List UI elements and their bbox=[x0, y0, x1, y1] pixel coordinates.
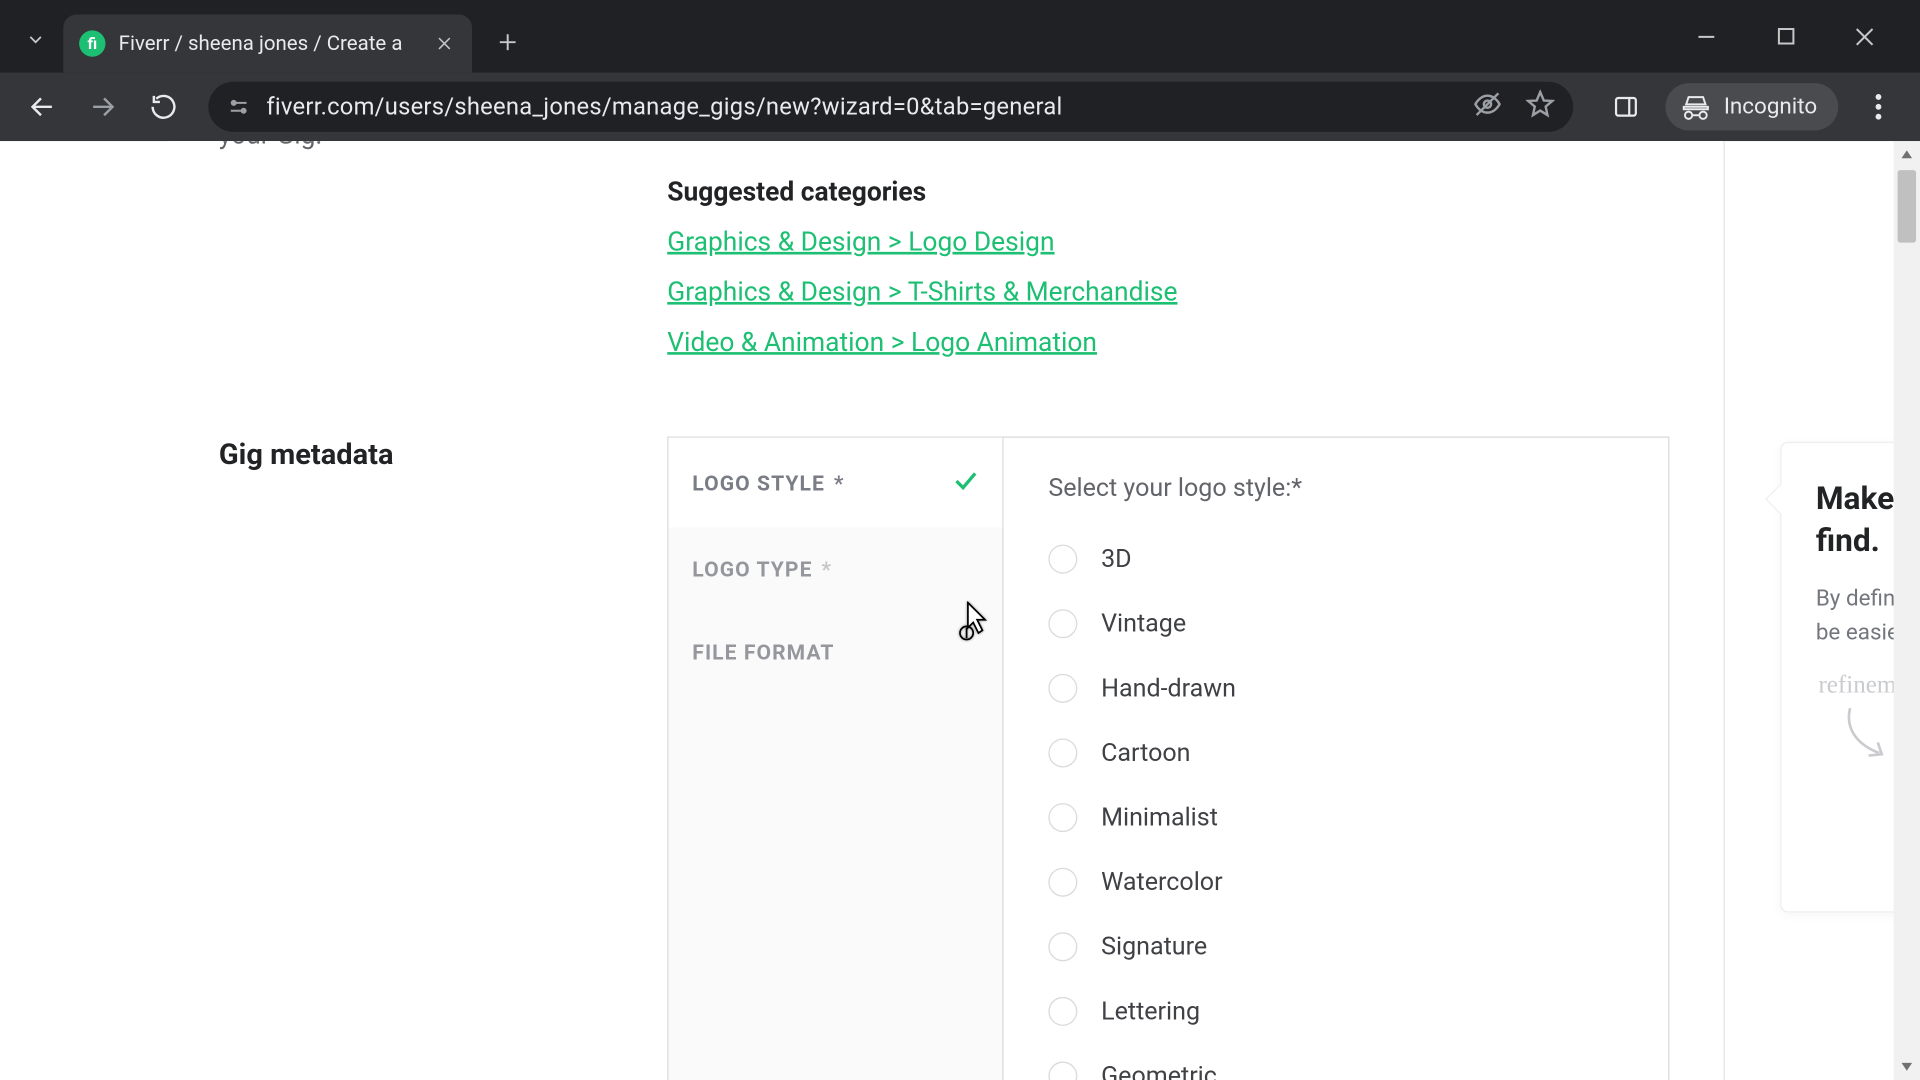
incognito-label: Incognito bbox=[1724, 94, 1817, 120]
back-button[interactable] bbox=[16, 80, 69, 133]
scroll-up-button[interactable] bbox=[1894, 141, 1920, 167]
radio-icon bbox=[1048, 802, 1077, 831]
metadata-prompt: Select your logo style:* bbox=[1048, 472, 1628, 502]
logo-style-option-lettering[interactable]: Lettering bbox=[1048, 978, 1628, 1043]
radio-icon bbox=[1048, 673, 1077, 702]
metadata-body: Select your logo style:* 3D Vintage Hand-d… bbox=[1004, 438, 1669, 1080]
option-label: Watercolor bbox=[1101, 866, 1222, 896]
metadata-tabs: LOGO STYLE * LOGO TYPE * FILE FORMAT bbox=[669, 438, 1004, 1080]
option-label: Hand-drawn bbox=[1101, 673, 1236, 703]
check-icon bbox=[952, 467, 978, 499]
option-label: Vintage bbox=[1101, 608, 1186, 638]
page-viewport: your Gig. Suggested categories Graphics … bbox=[0, 141, 1920, 1080]
page-content: your Gig. Suggested categories Graphics … bbox=[0, 141, 1894, 1080]
radio-icon bbox=[1048, 738, 1077, 767]
search-tabs-button[interactable] bbox=[13, 17, 58, 62]
spacer bbox=[219, 167, 667, 375]
new-tab-button[interactable] bbox=[485, 20, 530, 65]
suggested-categories-heading: Suggested categories bbox=[667, 175, 1723, 207]
logo-style-option-signature[interactable]: Signature bbox=[1048, 914, 1628, 979]
scrollbar-thumb[interactable] bbox=[1898, 170, 1916, 243]
minimize-button[interactable] bbox=[1685, 15, 1727, 57]
metadata-tab-label: LOGO STYLE * bbox=[692, 470, 844, 495]
close-tab-button[interactable] bbox=[433, 32, 457, 56]
arrow-icon bbox=[1840, 706, 1893, 769]
incognito-badge[interactable]: Incognito bbox=[1666, 83, 1838, 130]
browser-window: fi Fiverr / sheena jones / Create a five… bbox=[0, 0, 1920, 1080]
site-info-button[interactable] bbox=[227, 95, 251, 119]
address-bar[interactable]: fiverr.com/users/sheena_jones/manage_gig… bbox=[208, 82, 1573, 132]
option-label: 3D bbox=[1101, 543, 1132, 573]
radio-icon bbox=[1048, 544, 1077, 573]
eye-off-icon[interactable] bbox=[1473, 89, 1502, 125]
browser-tab[interactable]: fi Fiverr / sheena jones / Create a bbox=[63, 15, 472, 73]
scroll-down-button[interactable] bbox=[1894, 1054, 1920, 1080]
option-label: Cartoon bbox=[1101, 737, 1190, 767]
gig-metadata-label: Gig metadata bbox=[219, 436, 667, 1080]
forward-button[interactable] bbox=[76, 80, 129, 133]
radio-icon bbox=[1048, 932, 1077, 961]
radio-icon bbox=[1048, 867, 1077, 896]
bookmark-star-icon[interactable] bbox=[1526, 89, 1555, 125]
metadata-tab-logo-style[interactable]: LOGO STYLE * bbox=[669, 438, 1003, 528]
radio-icon bbox=[1048, 1061, 1077, 1080]
tab-strip: fi Fiverr / sheena jones / Create a bbox=[0, 0, 1920, 73]
option-label: Geometric bbox=[1101, 1060, 1217, 1080]
chrome-menu-button[interactable] bbox=[1851, 80, 1904, 133]
side-panel-button[interactable] bbox=[1600, 80, 1653, 133]
suggested-category-link[interactable]: Graphics & Design > Logo Design bbox=[667, 225, 1054, 257]
close-window-button[interactable] bbox=[1844, 15, 1886, 57]
browser-toolbar: fiverr.com/users/sheena_jones/manage_gig… bbox=[0, 73, 1920, 142]
window-controls bbox=[1685, 0, 1909, 73]
logo-style-option-cartoon[interactable]: Cartoon bbox=[1048, 720, 1628, 785]
url-text: fiverr.com/users/sheena_jones/manage_gig… bbox=[266, 93, 1457, 121]
reload-button[interactable] bbox=[137, 80, 190, 133]
logo-style-option-3d[interactable]: 3D bbox=[1048, 526, 1628, 591]
radio-icon bbox=[1048, 609, 1077, 638]
metadata-tab-label: LOGO TYPE * bbox=[692, 556, 832, 581]
metadata-tab-label: FILE FORMAT bbox=[692, 640, 834, 665]
scrollbar[interactable] bbox=[1894, 141, 1920, 1080]
logo-style-option-vintage[interactable]: Vintage bbox=[1048, 591, 1628, 656]
fiverr-favicon: fi bbox=[79, 30, 105, 56]
metadata-panel: LOGO STYLE * LOGO TYPE * FILE FORMAT Selec… bbox=[667, 436, 1669, 1080]
logo-style-option-watercolor[interactable]: Watercolor bbox=[1048, 849, 1628, 914]
option-label: Signature bbox=[1101, 931, 1207, 961]
radio-icon bbox=[1048, 996, 1077, 1025]
suggested-category-link[interactable]: Graphics & Design > T-Shirts & Merchandi… bbox=[667, 276, 1177, 308]
metadata-tab-file-format[interactable]: FILE FORMAT bbox=[669, 611, 1003, 694]
category-desc-tail: your Gig. bbox=[219, 141, 1724, 154]
logo-style-option-minimalist[interactable]: Minimalist bbox=[1048, 785, 1628, 850]
suggested-category-link[interactable]: Video & Animation > Logo Animation bbox=[667, 326, 1097, 358]
option-label: Lettering bbox=[1101, 996, 1200, 1026]
metadata-tab-logo-type[interactable]: LOGO TYPE * bbox=[669, 527, 1003, 610]
option-label: Minimalist bbox=[1101, 802, 1218, 832]
logo-style-option-hand-drawn[interactable]: Hand-drawn bbox=[1048, 655, 1628, 720]
maximize-button[interactable] bbox=[1764, 15, 1806, 57]
tab-title: Fiverr / sheena jones / Create a bbox=[119, 32, 420, 56]
logo-style-option-geometric[interactable]: Geometric bbox=[1048, 1043, 1628, 1080]
